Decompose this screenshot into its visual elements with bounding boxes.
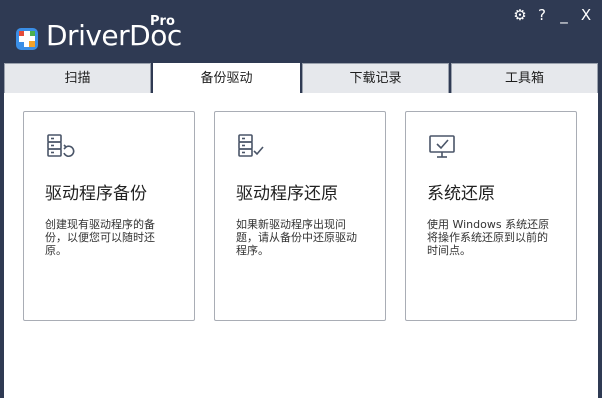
window-controls: ⚙ ? _ X <box>512 6 594 24</box>
tab-scan[interactable]: 扫描 <box>4 63 151 93</box>
checklist-icon <box>238 134 264 157</box>
driver-restore-title: 驱动程序还原 <box>236 184 338 204</box>
system-restore-description: 使用 Windows 系统还原将操作系统还原到以前的时间点。 <box>427 218 550 257</box>
backup-panel: 驱动程序备份 创建现有驱动程序的备份，以便您可以随时还原。 驱动程序还原 如果新… <box>4 93 598 398</box>
driver-backup-card[interactable]: 驱动程序备份 创建现有驱动程序的备份，以便您可以随时还原。 <box>23 111 195 321</box>
system-restore-card[interactable]: 系统还原 使用 Windows 系统还原将操作系统还原到以前的时间点。 <box>405 111 577 321</box>
server-restore-icon <box>47 134 75 157</box>
tab-download-history[interactable]: 下载记录 <box>302 63 449 93</box>
tab-backup-drivers[interactable]: 备份驱动 <box>153 63 300 93</box>
driver-restore-description: 如果新驱动程序出现问题，请从备份中还原驱动程序。 <box>236 218 357 257</box>
tab-toolbox[interactable]: 工具箱 <box>451 63 598 93</box>
title-bar: DriverDoc Pro ⚙ ? _ X <box>0 0 602 63</box>
system-restore-title: 系统还原 <box>427 184 495 204</box>
app-edition-label: Pro <box>150 14 175 29</box>
driver-backup-description: 创建现有驱动程序的备份，以便您可以随时还原。 <box>45 218 155 257</box>
app-window: DriverDoc Pro ⚙ ? _ X 扫描 备份驱动 下载记录 工具箱 驱… <box>0 0 602 398</box>
logo-plus-icon <box>16 28 38 50</box>
driver-restore-card[interactable]: 驱动程序还原 如果新驱动程序出现问题，请从备份中还原驱动程序。 <box>214 111 386 321</box>
monitor-check-icon <box>429 135 455 158</box>
settings-gear-icon[interactable]: ⚙ <box>512 6 528 24</box>
help-button[interactable]: ? <box>534 6 550 24</box>
minimize-button[interactable]: _ <box>556 6 572 24</box>
driver-backup-title: 驱动程序备份 <box>45 184 147 204</box>
main-tab-bar: 扫描 备份驱动 下载记录 工具箱 <box>4 63 598 93</box>
close-button[interactable]: X <box>578 6 594 24</box>
